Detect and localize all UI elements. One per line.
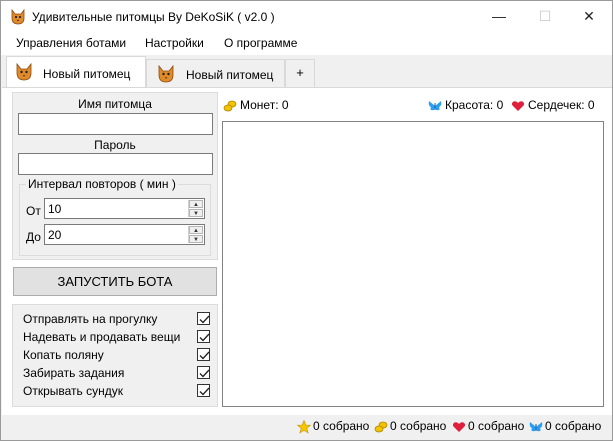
option-walk-checkbox[interactable] — [197, 312, 210, 325]
butterfly-icon — [428, 100, 442, 111]
status-hearts: 0 собрано — [452, 419, 524, 434]
spin-down-icon[interactable]: ▼ — [189, 209, 203, 217]
close-button[interactable]: ✕ — [566, 1, 612, 32]
cat-icon — [11, 9, 25, 25]
tab-pet-2-label: Новый питомец — [186, 68, 274, 82]
beauty-stat: Красота: 0 — [428, 98, 503, 113]
pet-name-label: Имя питомца — [78, 97, 152, 111]
interval-legend: Интервал повторов ( мин ) — [26, 177, 178, 191]
cat-icon — [16, 63, 32, 81]
option-tasks[interactable]: Забирать задания — [23, 365, 213, 381]
status-hearts-label: 0 собрано — [468, 419, 525, 433]
tab-strip: Новый питомец Новый питомец + — [1, 55, 612, 87]
butterfly-icon — [529, 421, 543, 432]
start-bot-button[interactable]: ЗАПУСТИТЬ БОТА — [13, 267, 217, 296]
password-label: Пароль — [94, 138, 136, 152]
status-butterflies: 0 собрано — [529, 419, 601, 434]
hearts-stat: Сердечек: 0 — [511, 98, 595, 113]
interval-from-label: От — [26, 204, 41, 218]
option-dig-checkbox[interactable] — [197, 348, 210, 361]
add-tab-button[interactable]: + — [285, 59, 315, 87]
title-bar: Удивительные питомцы By DeKoSiK ( v2.0 )… — [1, 1, 612, 32]
interval-to-spinner: ▲ ▼ — [188, 226, 203, 243]
tab-pet-2[interactable]: Новый питомец — [146, 59, 285, 87]
star-icon — [297, 419, 311, 434]
option-walk[interactable]: Отправлять на прогулку — [23, 311, 213, 327]
maximize-button[interactable]: ☐ — [522, 1, 568, 32]
option-items[interactable]: Надевать и продавать вещи — [23, 329, 213, 345]
minimize-button[interactable]: — — [476, 1, 522, 32]
option-chest[interactable]: Открывать сундук — [23, 383, 213, 399]
window-title: Удивительные питомцы By DeKoSiK ( v2.0 ) — [32, 10, 275, 24]
log-panel[interactable] — [222, 121, 604, 407]
status-stars: 0 собрано — [297, 419, 369, 434]
status-coins: 0 собрано — [374, 419, 446, 434]
option-chest-label: Открывать сундук — [23, 384, 123, 398]
app-window: Удивительные питомцы By DeKoSiK ( v2.0 )… — [0, 0, 613, 441]
password-input[interactable] — [18, 153, 213, 175]
spin-up-icon[interactable]: ▲ — [189, 200, 203, 208]
tab-pet-1-label: Новый питомец — [43, 67, 131, 81]
option-walk-label: Отправлять на прогулку — [23, 312, 158, 326]
status-butterflies-label: 0 собрано — [545, 419, 602, 433]
menu-settings[interactable]: Настройки — [145, 36, 204, 50]
option-items-checkbox[interactable] — [197, 330, 210, 343]
coin-icon — [374, 421, 388, 433]
menu-about[interactable]: О программе — [224, 36, 297, 50]
spin-up-icon[interactable]: ▲ — [189, 226, 203, 234]
option-dig-label: Копать поляну — [23, 348, 104, 362]
coins-stat: Монет: 0 — [223, 98, 289, 113]
option-items-label: Надевать и продавать вещи — [23, 330, 181, 344]
cat-icon — [158, 65, 174, 83]
option-chest-checkbox[interactable] — [197, 384, 210, 397]
beauty-stat-label: Красота: 0 — [445, 98, 504, 112]
coins-stat-label: Монет: 0 — [240, 98, 289, 112]
interval-to-label: До — [26, 230, 41, 244]
interval-to-value: 20 — [48, 228, 62, 242]
tab-pet-1[interactable]: Новый питомец — [6, 56, 146, 87]
login-group: Имя питомца Пароль Интервал повторов ( м… — [12, 92, 218, 260]
status-bar: 0 собрано 0 собрано 0 собрано 0 собрано — [1, 415, 612, 440]
interval-from-value: 10 — [48, 202, 62, 216]
interval-to-stepper[interactable]: 20 ▲ ▼ — [44, 224, 205, 245]
interval-from-stepper[interactable]: 10 ▲ ▼ — [44, 198, 205, 219]
option-tasks-label: Забирать задания — [23, 366, 125, 380]
heart-icon — [511, 101, 525, 111]
interval-from-spinner: ▲ ▼ — [188, 200, 203, 217]
hearts-stat-label: Сердечек: 0 — [528, 98, 595, 112]
heart-icon — [452, 422, 466, 432]
menu-bot-management[interactable]: Управления ботами — [16, 36, 126, 50]
status-stars-label: 0 собрано — [313, 419, 370, 433]
option-dig[interactable]: Копать поляну — [23, 347, 213, 363]
spin-down-icon[interactable]: ▼ — [189, 235, 203, 243]
coin-icon — [223, 100, 237, 112]
option-tasks-checkbox[interactable] — [197, 366, 210, 379]
pet-name-input[interactable] — [18, 113, 213, 135]
interval-fieldset: Интервал повторов ( мин ) От 10 ▲ ▼ До 2… — [19, 177, 211, 256]
status-coins-label: 0 собрано — [390, 419, 447, 433]
menu-bar: Управления ботами Настройки О программе — [1, 32, 612, 55]
